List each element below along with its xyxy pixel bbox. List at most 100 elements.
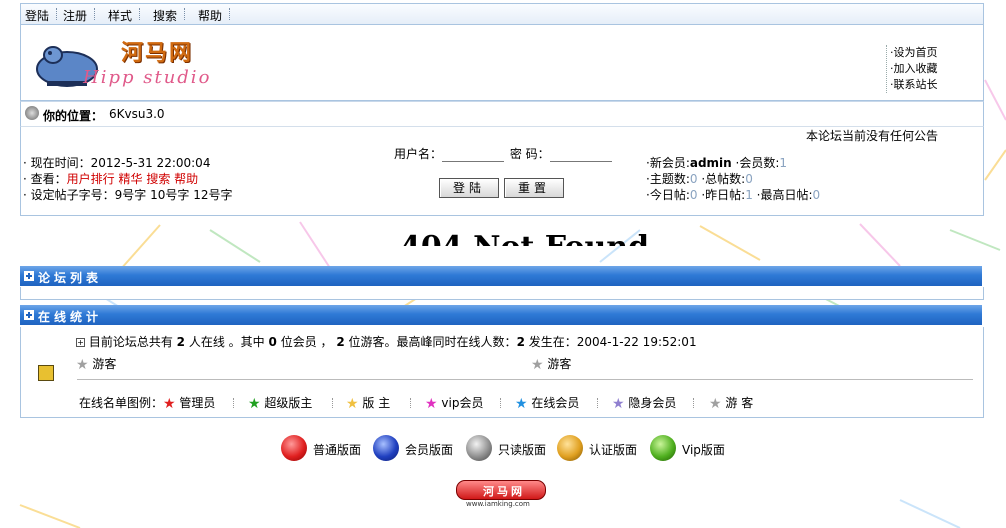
legend-item-label: vip会员 (441, 396, 484, 410)
max-value: 0 (812, 188, 821, 202)
footer-logo-title: 河马网 (483, 485, 525, 498)
legend-item-label: 在线会员 (531, 396, 580, 410)
new-member-label: ·新会员: (646, 156, 690, 170)
location-bar: 你的位置： 6Kvsu3.0 (20, 101, 984, 127)
time-label: · 现在时间： (23, 156, 91, 170)
member-forum-icon (373, 435, 399, 461)
menu-separator (229, 8, 231, 20)
readonly-forum-label: 只读版面 (498, 443, 547, 457)
site-logo[interactable]: 河马网 Hipp studio (33, 33, 213, 93)
new-member-value[interactable]: admin (690, 156, 732, 170)
peak-time: 2004-1-22 19:52:01 (576, 335, 697, 349)
online-guests: 2 (336, 335, 345, 349)
contact-admin-link[interactable]: ·联系站长 (887, 77, 982, 93)
speaker-icon (25, 106, 39, 120)
location-value[interactable]: 6Kvsu3.0 (109, 107, 165, 121)
legend-item-label: 版 主 (362, 396, 391, 410)
digest-link[interactable]: 精华 (118, 172, 142, 186)
footer-logo[interactable]: 河马网 www.iamking.com (456, 480, 546, 512)
forum-list-bar[interactable]: 论坛列表 (20, 266, 982, 286)
vip-star-icon: ★ (425, 395, 438, 412)
legend-item-label: 管理员 (179, 396, 216, 410)
max-label: ·最高日帖: (756, 188, 813, 202)
view-label: · 查看： (23, 172, 67, 186)
member-forum-label: 会员版面 (405, 443, 454, 457)
online-user[interactable]: ★ 游客 (76, 355, 116, 372)
header: 河马网 Hipp studio ·设为首页 ·加入收藏 ·联系站长 (20, 25, 984, 101)
legend-separator (233, 398, 235, 408)
username-input[interactable] (442, 145, 505, 162)
footer-logo-url: www.iamking.com (466, 500, 530, 508)
guest-star-icon: ★ (76, 356, 89, 373)
legend-item-label: 隐身会员 (628, 396, 677, 410)
login-form: 用户名： 密 码： (394, 145, 612, 162)
search-link[interactable]: 搜索 (146, 172, 170, 186)
online-stats-bar[interactable]: 在线统计 (20, 305, 982, 325)
posts-value: 0 (745, 172, 753, 186)
today-label: ·今日帖: (646, 188, 690, 202)
online-user[interactable]: ★ 游客 (531, 355, 571, 372)
legend-super-moderator: ★ 超级版主 (248, 394, 312, 411)
font-10-link[interactable]: 10号字 (150, 188, 189, 202)
location-label: 你的位置： (43, 109, 104, 123)
legend-item-label: 游 客 (725, 396, 754, 410)
certified-forum-icon (557, 435, 583, 461)
legend-admin: ★ 管理员 (163, 394, 215, 411)
password-input[interactable] (549, 145, 612, 162)
logo-title: 河马网 (121, 40, 194, 66)
yesterday-value: 1 (745, 188, 753, 202)
menu-style[interactable]: 样式 (108, 7, 132, 24)
posts-label: ·总帖数: (701, 172, 746, 186)
add-favorite-link[interactable]: ·加入收藏 (887, 61, 982, 77)
password-label: 密 码： (509, 147, 550, 161)
not-found-heading: 404 Not Found (400, 230, 649, 246)
summary-text: 目前论坛总共有 (88, 335, 173, 349)
yesterday-label: ·昨日帖: (701, 188, 746, 202)
reset-button[interactable]: 重置 (504, 178, 564, 198)
menu-register[interactable]: 注册 (63, 7, 87, 24)
top-menu: 登陆 注册 样式 搜索 帮助 (20, 3, 984, 25)
legend-separator (410, 398, 412, 408)
footer-logo-badge: 河马网 (456, 480, 546, 500)
font-12-link[interactable]: 12号字 (193, 188, 232, 202)
font-9-link[interactable]: 9号字 (115, 188, 147, 202)
online-total: 2 (176, 335, 186, 349)
logo-subtitle: Hipp studio (83, 67, 212, 88)
guest-star-icon: ★ (531, 356, 544, 373)
legend-vip: ★ vip会员 (425, 394, 483, 411)
menu-help[interactable]: 帮助 (198, 7, 222, 24)
info-panel: 本论坛当前没有任何公告 · 现在时间：2012-5-31 22:00:04 · … (20, 126, 984, 216)
legend-separator (500, 398, 502, 408)
expand-icon[interactable] (24, 271, 34, 281)
legend-item-label: 超级版主 (264, 396, 313, 410)
normal-forum-label: 普通版面 (313, 443, 362, 457)
topics-label: ·主题数: (646, 172, 690, 186)
header-links: ·设为首页 ·加入收藏 ·联系站长 (886, 45, 982, 93)
guest-star-icon: ★ (709, 395, 722, 412)
login-button[interactable]: 登陆 (439, 178, 499, 198)
forum-list-title: 论坛列表 (38, 271, 103, 285)
menu-separator (56, 8, 58, 20)
expand-online-icon[interactable]: + (76, 338, 85, 347)
menu-search[interactable]: 搜索 (153, 7, 177, 24)
member-count-value: 1 (779, 156, 788, 170)
summary-text: 位游客。最高峰同时在线人数： (348, 335, 517, 349)
user-rank-link[interactable]: 用户排行 (67, 172, 115, 186)
summary-text: 人在线 。其中 (188, 335, 265, 349)
legend-separator (693, 398, 695, 408)
legend-hidden-member: ★ 隐身会员 (612, 394, 676, 411)
vip-forum-label: Vip版面 (682, 443, 725, 457)
left-info: · 现在时间：2012-5-31 22:00:04 · 查看：用户排行 精华 搜… (23, 155, 233, 203)
legend-separator (332, 398, 334, 408)
summary-text: 位会员 ， (280, 335, 333, 349)
legend-guest: ★ 游 客 (709, 394, 753, 411)
announcement: 本论坛当前没有任何公告 (806, 129, 939, 143)
set-homepage-link[interactable]: ·设为首页 (887, 45, 982, 61)
moderator-star-icon: ★ (346, 395, 359, 412)
online-users-icon (38, 365, 54, 381)
divider (77, 379, 973, 380)
menu-login[interactable]: 登陆 (25, 7, 49, 24)
help-link[interactable]: 帮助 (174, 172, 198, 186)
expand-icon[interactable] (24, 310, 34, 320)
online-summary: + 目前论坛总共有 2 人在线 。其中 0 位会员 ， 2 位游客。最高峰同时在… (76, 333, 697, 350)
